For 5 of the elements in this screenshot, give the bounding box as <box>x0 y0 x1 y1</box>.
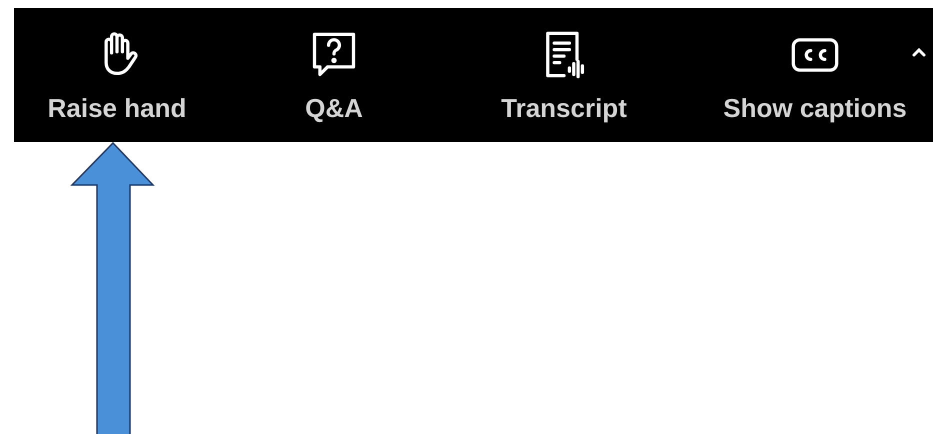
chevron-up-icon[interactable] <box>911 46 927 58</box>
toolbar-button[interactable]: Transcript <box>448 29 680 121</box>
toolbar-button[interactable]: Q&A <box>220 29 448 121</box>
toolbar-button[interactable]: Show captions <box>700 29 930 121</box>
toolbar-button[interactable]: Raise hand <box>14 29 220 121</box>
